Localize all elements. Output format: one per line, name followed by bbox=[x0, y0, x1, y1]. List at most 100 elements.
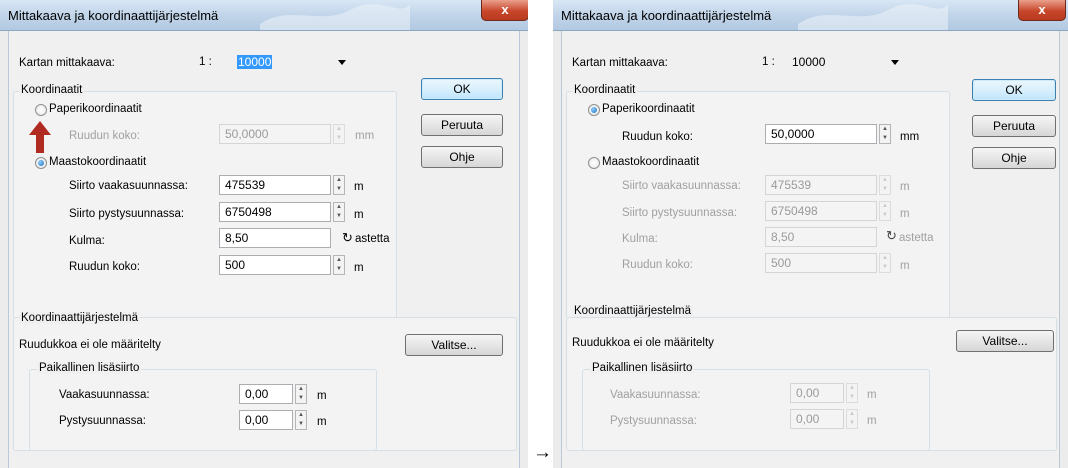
paper-coordinates-label: Paperikoordinaatit bbox=[602, 103, 695, 115]
local-y-unit: m bbox=[867, 415, 877, 427]
local-y-spinner[interactable]: ▲ ▼ bbox=[846, 409, 858, 429]
local-x-label: Vaakasuunnassa: bbox=[59, 389, 150, 401]
x-offset-spinner[interactable]: ▲ ▼ bbox=[879, 175, 891, 195]
terrain-coordinates-label: Maastokoordinaatit bbox=[602, 156, 700, 168]
scale-prefix: 1 : bbox=[199, 56, 212, 68]
scale-value: 10000 bbox=[237, 55, 273, 69]
local-offset-group-label: Paikallinen lisäsiirto bbox=[37, 362, 142, 374]
paper-cell-size-unit: mm bbox=[900, 131, 920, 143]
angle-input[interactable]: 8,50 bbox=[219, 228, 331, 248]
paper-cell-size-spinner[interactable]: ▲ ▼ bbox=[879, 124, 891, 144]
local-offset-group bbox=[29, 369, 377, 451]
local-x-input[interactable]: 0,00 bbox=[239, 384, 293, 404]
y-offset-spinner[interactable]: ▲ ▼ bbox=[333, 202, 345, 222]
dialog-title: Mittakaava ja koordinaattijärjestelmä bbox=[561, 8, 772, 23]
local-y-input[interactable]: 0,00 bbox=[790, 409, 844, 429]
y-offset-spinner[interactable]: ▲ ▼ bbox=[879, 201, 891, 221]
rotate-icon[interactable]: ↻ bbox=[342, 230, 353, 246]
angle-input[interactable]: 8,50 bbox=[765, 227, 877, 247]
choose-button[interactable]: Valitse... bbox=[405, 334, 503, 356]
x-offset-spinner[interactable]: ▲ ▼ bbox=[333, 175, 345, 195]
y-offset-unit: m bbox=[900, 208, 910, 220]
x-offset-input[interactable]: 475539 bbox=[219, 175, 331, 195]
crs-group-label: Koordinaattijärjestelmä bbox=[572, 305, 693, 317]
scale-value: 10000 bbox=[792, 55, 826, 69]
cell-size-unit: m bbox=[354, 262, 364, 274]
y-offset-label: Siirto pystysuunnassa: bbox=[622, 207, 738, 219]
y-offset-input[interactable]: 6750498 bbox=[765, 201, 877, 221]
chevron-down-icon bbox=[891, 60, 899, 65]
cell-size-label: Ruudun koko: bbox=[622, 259, 693, 271]
y-offset-label: Siirto pystysuunnassa: bbox=[69, 208, 185, 220]
ok-button[interactable]: OK bbox=[972, 79, 1056, 101]
cell-size-spinner[interactable]: ▲ ▼ bbox=[879, 253, 891, 273]
cell-size-input[interactable]: 500 bbox=[219, 255, 331, 275]
transition-arrow: → bbox=[533, 442, 552, 463]
local-x-input[interactable]: 0,00 bbox=[790, 383, 844, 403]
x-offset-input[interactable]: 475539 bbox=[765, 175, 877, 195]
paper-cell-size-spinner[interactable]: ▲ ▼ bbox=[333, 124, 345, 144]
local-y-label: Pystysuunnassa: bbox=[610, 415, 697, 427]
cell-size-unit: m bbox=[900, 260, 910, 272]
scale-dropdown[interactable]: 10000 bbox=[786, 51, 911, 71]
scale-label: Kartan mittakaava: bbox=[572, 57, 668, 69]
dialog-title: Mittakaava ja koordinaattijärjestelmä bbox=[8, 8, 219, 23]
chevron-down-icon bbox=[338, 60, 346, 65]
ok-button[interactable]: OK bbox=[421, 78, 503, 100]
local-offset-group-label: Paikallinen lisäsiirto bbox=[590, 362, 695, 374]
angle-unit: astetta bbox=[899, 232, 934, 244]
dialog-client: Kartan mittakaava: 1 : 10000 Koordinaati… bbox=[8, 31, 520, 468]
local-x-spinner[interactable]: ▲ ▼ bbox=[846, 383, 858, 403]
paper-coordinates-label: Paperikoordinaatit bbox=[49, 103, 142, 115]
local-y-spinner[interactable]: ▲ ▼ bbox=[295, 410, 307, 430]
paper-cell-size-input[interactable]: 50,0000 bbox=[765, 124, 877, 144]
scale-dialog-left: Mittakaava ja koordinaattijärjestelmä x … bbox=[0, 0, 528, 468]
rotate-icon[interactable]: ↻ bbox=[886, 228, 897, 244]
close-button[interactable]: x bbox=[1018, 0, 1066, 21]
local-x-spinner[interactable]: ▲ ▼ bbox=[295, 384, 307, 404]
paper-coordinates-radio[interactable] bbox=[35, 104, 47, 116]
help-button[interactable]: Ohje bbox=[421, 146, 503, 168]
coordinates-group-label: Koordinaatit bbox=[19, 84, 85, 96]
cancel-button[interactable]: Peruuta bbox=[421, 114, 503, 136]
x-offset-unit: m bbox=[900, 181, 910, 193]
paper-cell-size-label: Ruudun koko: bbox=[69, 130, 140, 142]
terrain-coordinates-label: Maastokoordinaatit bbox=[49, 156, 147, 168]
close-button[interactable]: x bbox=[481, 0, 528, 21]
scale-dropdown[interactable]: 10000 bbox=[231, 51, 356, 71]
paper-cell-size-input[interactable]: 50,0000 bbox=[219, 124, 331, 144]
x-offset-unit: m bbox=[354, 181, 364, 193]
crs-status: Ruudukkoa ei ole määritelty bbox=[572, 337, 714, 349]
crs-status: Ruudukkoa ei ole määritelty bbox=[19, 339, 161, 351]
scale-prefix: 1 : bbox=[762, 56, 775, 68]
angle-label: Kulma: bbox=[69, 235, 105, 247]
coordinates-group bbox=[566, 91, 950, 319]
angle-unit: astetta bbox=[355, 233, 390, 245]
terrain-coordinates-radio[interactable] bbox=[35, 157, 47, 169]
paper-cell-size-label: Ruudun koko: bbox=[622, 131, 693, 143]
angle-label: Kulma: bbox=[622, 233, 658, 245]
arrow-up-icon bbox=[29, 121, 51, 153]
cell-size-spinner[interactable]: ▲ ▼ bbox=[333, 255, 345, 275]
paper-coordinates-radio[interactable] bbox=[588, 104, 600, 116]
local-x-label: Vaakasuunnassa: bbox=[610, 389, 701, 401]
y-offset-input[interactable]: 6750498 bbox=[219, 202, 331, 222]
cell-size-label: Ruudun koko: bbox=[69, 261, 140, 273]
dialog-client: Kartan mittakaava: 1 : 10000 Koordinaati… bbox=[561, 31, 1060, 468]
choose-button[interactable]: Valitse... bbox=[956, 330, 1054, 352]
help-button[interactable]: Ohje bbox=[972, 147, 1056, 169]
crs-group-label: Koordinaattijärjestelmä bbox=[19, 312, 140, 324]
local-y-unit: m bbox=[317, 416, 327, 428]
local-offset-group bbox=[582, 369, 930, 451]
local-x-unit: m bbox=[867, 389, 877, 401]
paper-cell-size-unit: mm bbox=[355, 130, 375, 142]
scale-label: Kartan mittakaava: bbox=[19, 57, 115, 69]
title-bar-decoration bbox=[798, 4, 948, 30]
terrain-coordinates-radio[interactable] bbox=[588, 157, 600, 169]
cell-size-input[interactable]: 500 bbox=[765, 253, 877, 273]
local-y-input[interactable]: 0,00 bbox=[239, 410, 293, 430]
title-bar: Mittakaava ja koordinaattijärjestelmä x bbox=[0, 0, 528, 31]
x-offset-label: Siirto vaakasuunnassa: bbox=[622, 180, 741, 192]
cancel-button[interactable]: Peruuta bbox=[972, 115, 1056, 137]
y-offset-unit: m bbox=[354, 209, 364, 221]
